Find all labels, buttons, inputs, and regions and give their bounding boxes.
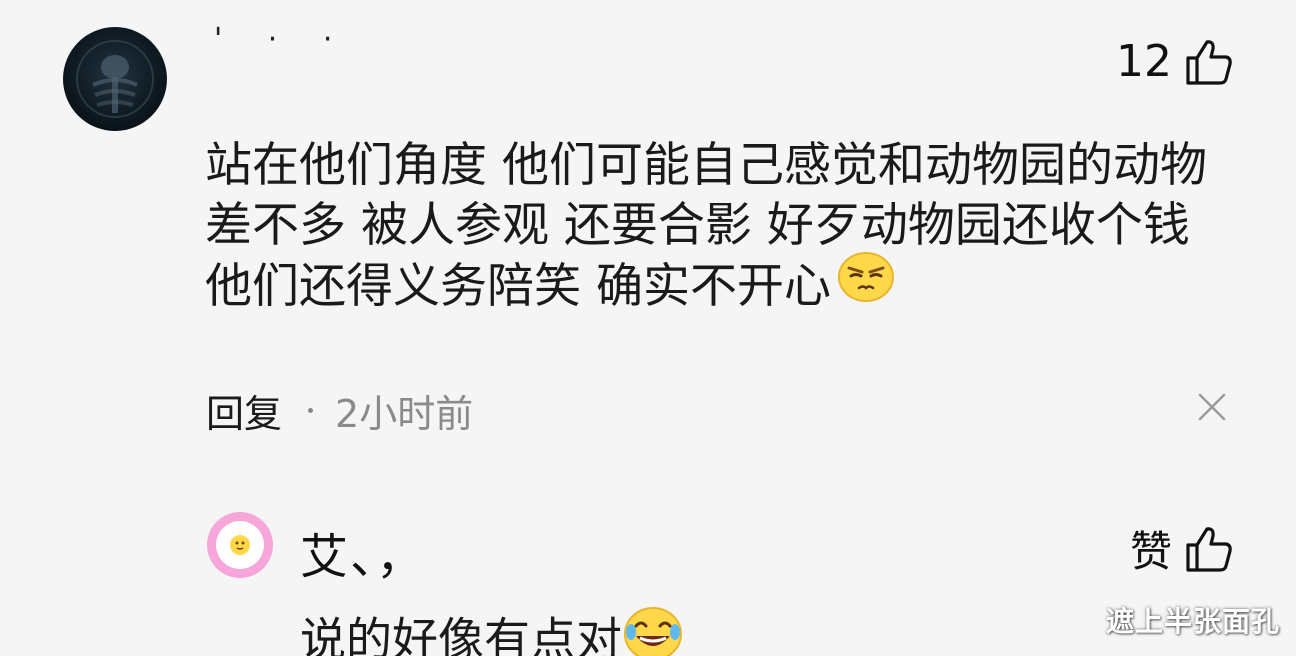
comment-thread: ' · · 12 站在他们角度 他们可能自己感觉和动物园的动物 差不多 被人参观… (0, 0, 1296, 656)
like-button[interactable]: 12 (1116, 36, 1234, 87)
reply-text-content: 说的好像有点对 (300, 612, 622, 656)
comment-line-text: 他们还得义务陪笑 确实不开心 (205, 259, 831, 314)
reply-text: 说的好像有点对 (300, 607, 684, 656)
skeleton-avatar-image (76, 40, 154, 118)
reply-like-button[interactable]: 赞 (1130, 518, 1234, 579)
laughing-crying-emoji (622, 604, 684, 656)
like-label: 赞 (1129, 527, 1172, 576)
reply-username[interactable]: 艾、， (300, 517, 426, 587)
timestamp: 2小时前 (335, 392, 474, 436)
comment-line: 他们还得义务陪笑 确实不开心 (205, 252, 1245, 323)
avatar[interactable] (63, 27, 167, 131)
comment-line: 站在他们角度 他们可能自己感觉和动物园的动物 (205, 138, 1207, 193)
watermark: 遮上半张面孔 (1105, 605, 1280, 638)
separator-dot (308, 408, 314, 413)
thumbs-up-icon (1186, 526, 1232, 572)
comment-meta: 回复 2小时前 (206, 383, 473, 438)
reply-avatar[interactable] (207, 512, 273, 578)
reply-avatar-inner (216, 521, 264, 569)
close-icon[interactable] (1195, 390, 1229, 424)
comment-line: 差不多 被人参观 还要合影 好歹动物园还收个钱 (205, 198, 1190, 253)
egg-avatar-image (230, 535, 250, 555)
like-count: 12 (1116, 36, 1172, 87)
reply-button[interactable]: 回复 (206, 383, 282, 438)
thumbs-up-icon (1186, 39, 1232, 85)
annoyed-face-emoji (837, 250, 895, 317)
comment-text: 站在他们角度 他们可能自己感觉和动物园的动物 差不多 被人参观 还要合影 好歹动… (205, 136, 1245, 323)
username[interactable]: ' · · (214, 22, 350, 57)
